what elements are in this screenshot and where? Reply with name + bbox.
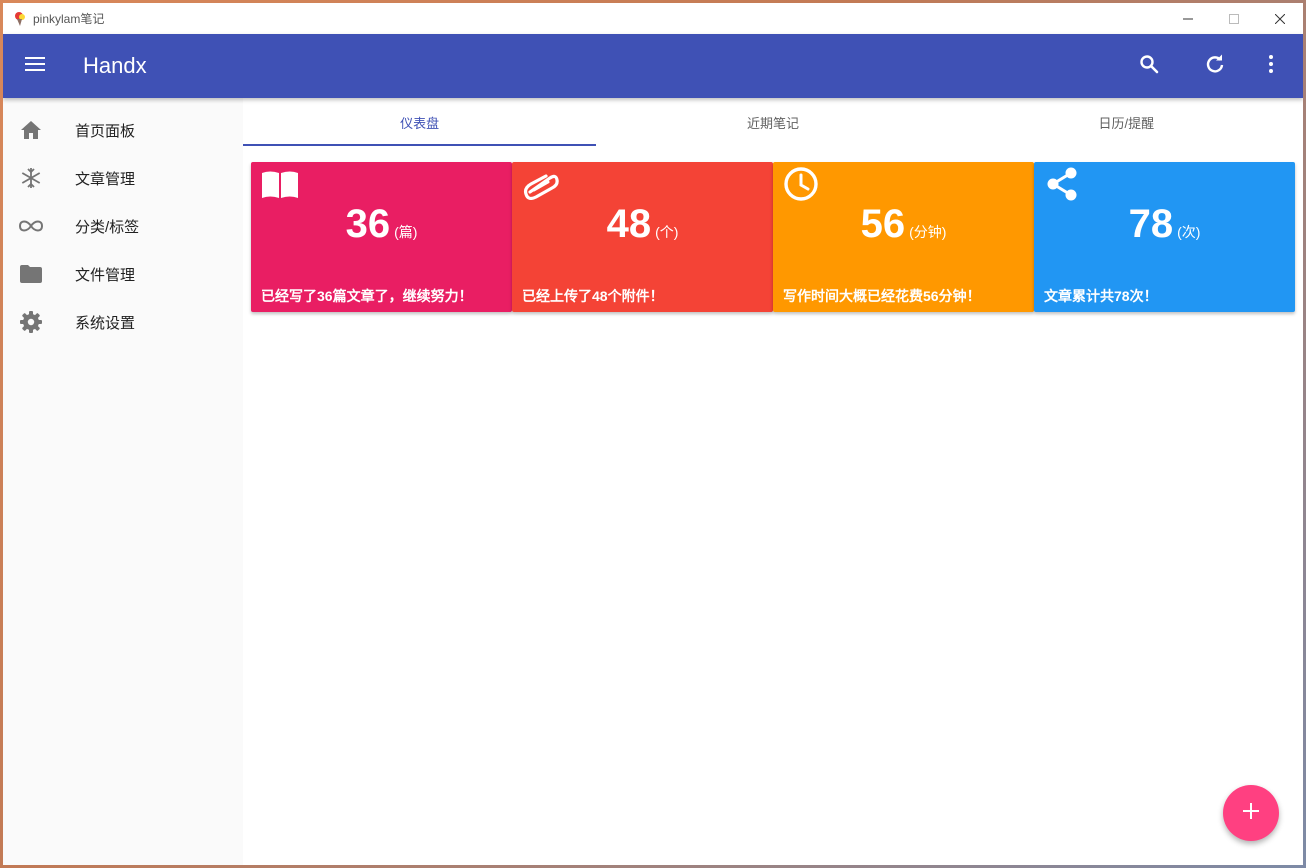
- stat-description: 文章累计共78次！: [1044, 288, 1158, 304]
- window-titlebar: pinkylam笔记: [3, 3, 1303, 34]
- window-controls: [1165, 3, 1303, 34]
- sidebar-item-articles[interactable]: 文章管理: [3, 154, 243, 202]
- menu-icon: [25, 56, 45, 76]
- stat-card-writing-time[interactable]: 56 (分钟) 写作时间大概已经花费56分钟！: [773, 162, 1034, 312]
- main-content: 仪表盘 近期笔记 日历/提醒 36 (篇) 已经写了36篇文章了，继续努力！ 4…: [243, 98, 1303, 865]
- clock-icon: [783, 166, 821, 204]
- infinity-icon: [3, 219, 59, 233]
- app-title: Handx: [83, 53, 147, 78]
- sidebar-item-label: 文件管理: [75, 266, 136, 284]
- sidebar-item-home[interactable]: 首页面板: [3, 106, 243, 154]
- stat-card-articles[interactable]: 36 (篇) 已经写了36篇文章了，继续努力！: [251, 162, 512, 312]
- stat-description: 写作时间大概已经花费56分钟！: [783, 288, 981, 304]
- book-icon: [261, 166, 299, 204]
- search-icon: [1139, 54, 1159, 79]
- minimize-button[interactable]: [1165, 3, 1211, 34]
- sidebar-item-categories[interactable]: 分类/标签: [3, 202, 243, 250]
- stat-description: 已经写了36篇文章了，继续努力！: [261, 288, 473, 304]
- tab-indicator: [243, 144, 596, 146]
- menu-button[interactable]: [3, 34, 67, 98]
- tab-recent-notes[interactable]: 近期笔记: [596, 98, 949, 146]
- more-options-button[interactable]: [1249, 44, 1293, 88]
- gear-icon: [3, 311, 59, 333]
- app-bar: Handx: [3, 34, 1303, 98]
- stat-unit: (个): [655, 224, 679, 240]
- stat-value-row: 78 (次): [1034, 202, 1295, 247]
- stat-value-row: 36 (篇): [251, 202, 512, 247]
- maximize-button[interactable]: [1211, 3, 1257, 34]
- stat-value-row: 48 (个): [512, 202, 773, 247]
- sidebar-item-label: 系统设置: [75, 314, 136, 332]
- plus-icon: [1243, 802, 1259, 824]
- tab-calendar[interactable]: 日历/提醒: [950, 98, 1303, 146]
- sidebar-item-files[interactable]: 文件管理: [3, 250, 243, 298]
- home-icon: [3, 121, 59, 139]
- stat-unit: (篇): [394, 224, 418, 240]
- sidebar-item-label: 文章管理: [75, 170, 136, 188]
- share-icon: [1044, 166, 1082, 204]
- tab-dashboard[interactable]: 仪表盘: [243, 98, 596, 146]
- stat-unit: (分钟): [909, 224, 947, 240]
- app-logo-icon: [12, 11, 28, 27]
- stat-number: 48: [606, 202, 652, 246]
- appbar-actions: [1105, 34, 1303, 98]
- tab-bar: 仪表盘 近期笔记 日历/提醒: [243, 98, 1303, 146]
- stats-cards: 36 (篇) 已经写了36篇文章了，继续努力！ 48 (个) 已经上传了48个附件！: [251, 162, 1295, 312]
- stat-description: 已经上传了48个附件！: [522, 288, 664, 304]
- sidebar-item-label: 分类/标签: [75, 218, 140, 236]
- app-window: pinkylam笔记 Handx 首页面板 文章管理 分类/标签 文件管理 系统…: [3, 3, 1303, 865]
- more-vert-icon: [1268, 54, 1274, 79]
- window-title: pinkylam笔记: [33, 12, 105, 26]
- sidebar: 首页面板 文章管理 分类/标签 文件管理 系统设置: [3, 98, 243, 865]
- sidebar-item-settings[interactable]: 系统设置: [3, 298, 243, 346]
- stat-unit: (次): [1177, 224, 1201, 240]
- stat-value-row: 56 (分钟): [773, 202, 1034, 247]
- stat-card-attachments[interactable]: 48 (个) 已经上传了48个附件！: [512, 162, 773, 312]
- snowflake-icon: [3, 167, 59, 189]
- stat-number: 78: [1128, 202, 1174, 246]
- add-note-fab[interactable]: [1223, 785, 1279, 841]
- close-button[interactable]: [1257, 3, 1303, 34]
- refresh-button[interactable]: [1193, 44, 1237, 88]
- stat-number: 56: [860, 202, 906, 246]
- paperclip-icon: [522, 166, 560, 204]
- stat-card-shares[interactable]: 78 (次) 文章累计共78次！: [1034, 162, 1295, 312]
- sidebar-item-label: 首页面板: [75, 122, 136, 140]
- stat-number: 36: [345, 202, 391, 246]
- search-button[interactable]: [1127, 44, 1171, 88]
- refresh-icon: [1205, 54, 1225, 79]
- folder-icon: [3, 265, 59, 283]
